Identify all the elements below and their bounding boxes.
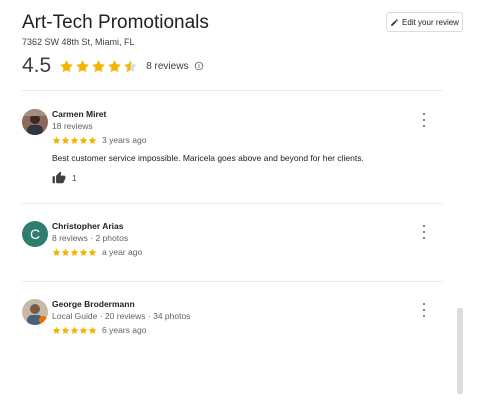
star-icon <box>70 248 79 256</box>
star-icon <box>61 136 70 144</box>
business-address: 7362 SW 48th St, Miami, FL <box>22 37 135 47</box>
pencil-icon <box>391 18 398 26</box>
divider <box>22 90 443 91</box>
review-stars <box>52 248 97 257</box>
like-count: 1 <box>72 173 77 183</box>
half-star-icon <box>124 59 137 72</box>
star-icon <box>79 136 88 144</box>
info-icon[interactable] <box>194 61 204 71</box>
more-options-icon[interactable] <box>420 303 428 317</box>
reviewer-name[interactable]: Carmen Miret <box>52 109 412 120</box>
star-icon <box>76 59 89 72</box>
reviewer-name[interactable]: Christopher Arias <box>52 221 412 232</box>
review-count[interactable]: 8 reviews <box>146 61 188 72</box>
rating-stars <box>59 59 138 74</box>
star-icon <box>88 326 97 334</box>
avatar[interactable] <box>22 109 48 135</box>
rating-summary: 4.5 8 reviews <box>22 54 204 78</box>
rating-value: 4.5 <box>22 54 52 77</box>
star-icon <box>92 59 105 72</box>
star-icon <box>70 326 79 334</box>
edit-review-label: Edit your review <box>402 17 459 27</box>
star-icon <box>88 136 97 144</box>
review-stars <box>52 326 97 335</box>
more-options-icon[interactable] <box>420 113 428 127</box>
star-icon <box>60 59 73 72</box>
star-icon <box>61 248 70 256</box>
review-text: Best customer service impossible. Marice… <box>52 153 364 163</box>
review-time: 3 years ago <box>102 135 147 145</box>
star-icon <box>88 248 97 256</box>
avatar[interactable] <box>22 299 48 325</box>
divider <box>22 203 443 204</box>
thumbs-up-icon[interactable] <box>52 171 66 185</box>
reviewer-meta: Local Guide · 20 reviews · 34 photos <box>52 311 191 321</box>
avatar[interactable]: C <box>22 221 48 247</box>
edit-review-button[interactable]: Edit your review <box>386 12 463 32</box>
reviewer-name[interactable]: George Brodermann <box>52 299 412 310</box>
star-icon <box>70 136 79 144</box>
reviewer-meta: 8 reviews · 2 photos <box>52 233 129 243</box>
star-icon <box>52 136 61 144</box>
star-icon <box>52 248 61 256</box>
divider <box>22 281 443 282</box>
review-time: 6 years ago <box>102 325 147 335</box>
review-time: a year ago <box>102 247 143 257</box>
review-stars <box>52 136 97 145</box>
star-icon <box>79 326 88 334</box>
star-icon <box>108 59 121 72</box>
more-options-icon[interactable] <box>420 225 428 239</box>
star-icon <box>61 326 70 334</box>
reviewer-meta: 18 reviews <box>52 121 93 131</box>
star-icon <box>52 326 61 334</box>
star-icon <box>79 248 88 256</box>
scrollbar[interactable] <box>457 308 463 394</box>
